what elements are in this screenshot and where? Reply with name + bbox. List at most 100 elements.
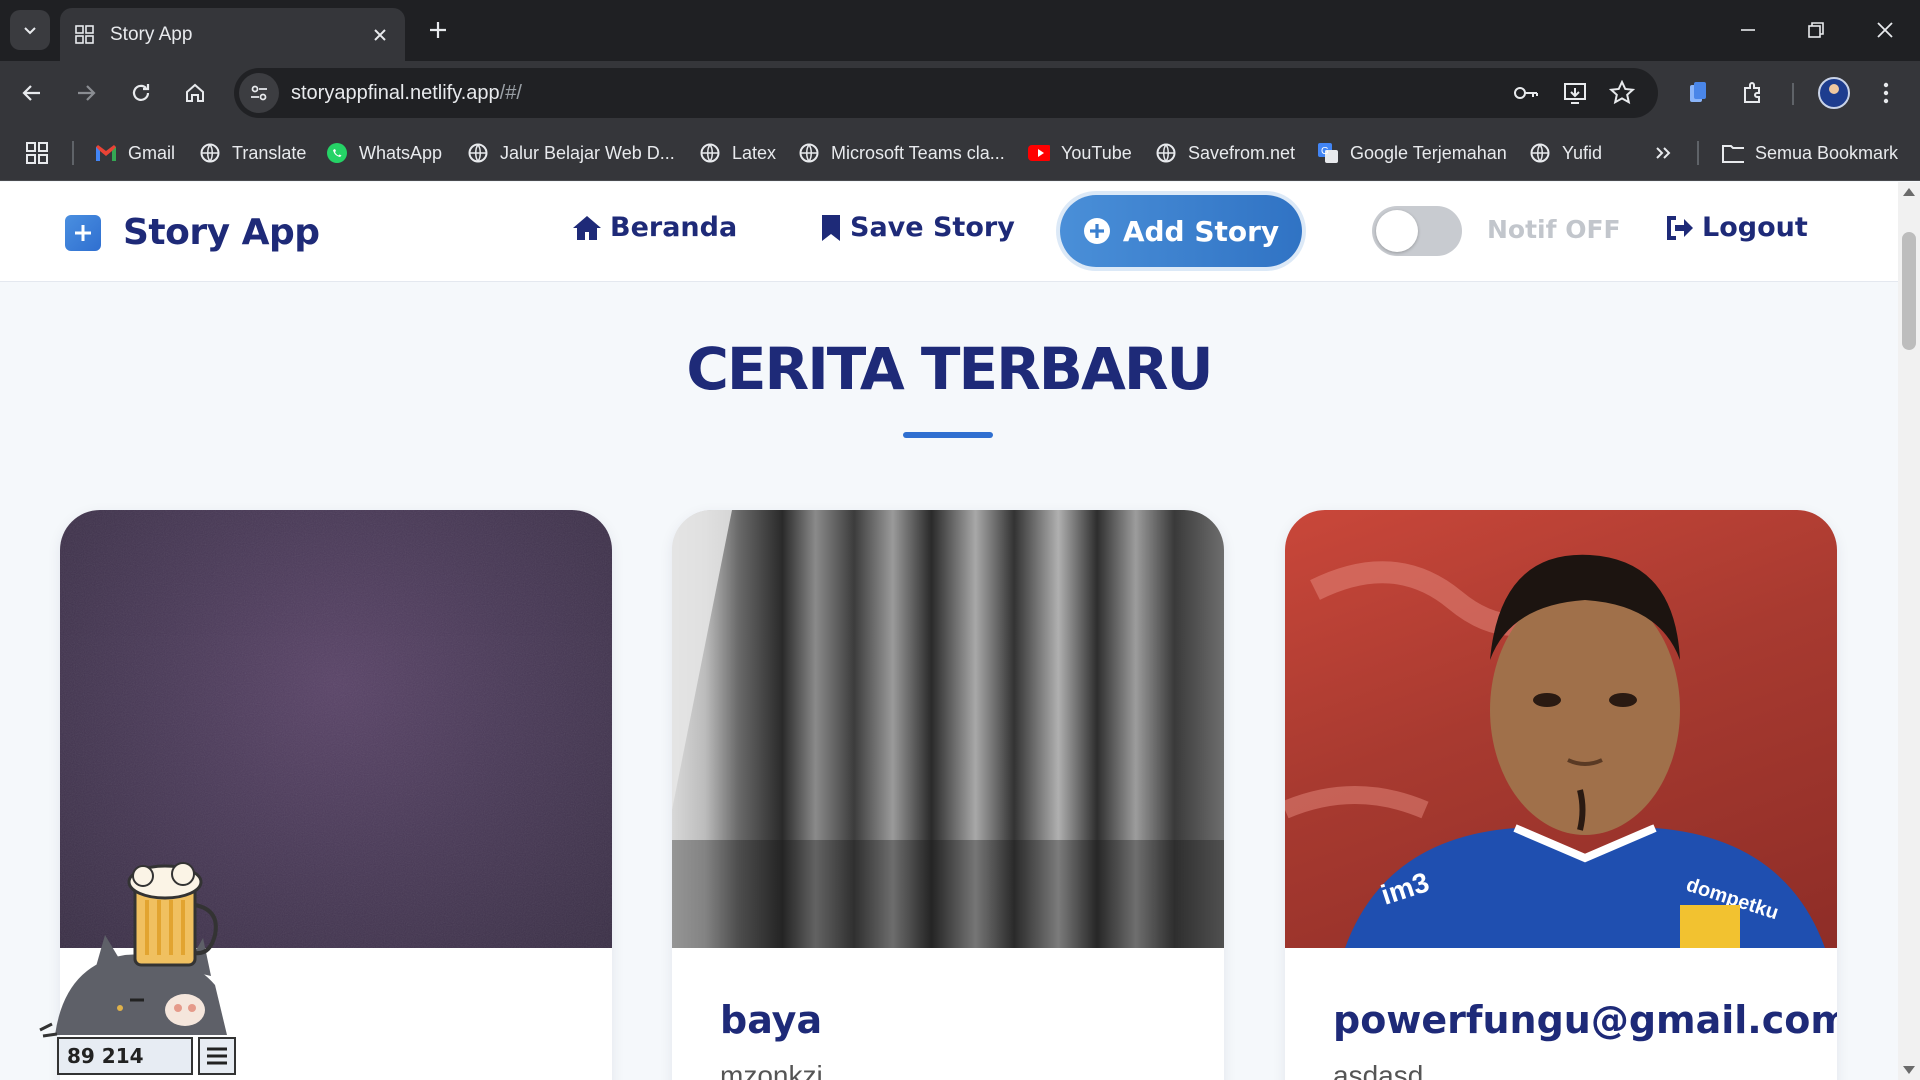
story-image: im3 dompetku [1285,510,1837,948]
nav-logout-label: Logout [1702,212,1808,243]
scroll-up-icon[interactable] [1903,188,1915,196]
portrait-illustration: im3 dompetku [1285,554,1825,948]
bookmark-label: Google Terjemahan [1350,142,1507,163]
bookmark-youtube[interactable]: YouTube [1028,137,1132,169]
all-bookmarks-button[interactable]: Semua Bookmark [1722,137,1898,169]
browser-tab[interactable]: Story App [60,8,405,61]
google-translate-icon: G [1317,142,1339,164]
scrollbar-thumb[interactable] [1902,232,1916,350]
tune-icon [251,85,267,101]
bookmark-label: Gmail [128,142,176,163]
bookmark-microsoft-teams[interactable]: Microsoft Teams cla... [798,137,1005,169]
plus-circle-icon [1083,217,1111,245]
bookmark-icon [820,214,842,242]
toggle-knob [1376,210,1418,252]
url-text: storyappfinal.netlify.app/#/ [291,82,522,105]
bookmark-star-icon[interactable] [1606,77,1638,109]
tab-close-icon[interactable] [369,24,391,46]
nav-beranda[interactable]: Beranda [572,212,737,243]
home-icon [186,83,204,102]
bookmark-label: Microsoft Teams cla... [831,142,1005,163]
bookmark-label: Jalur Belajar Web D... [500,142,675,163]
globe-icon [467,142,489,164]
globe-icon [699,142,721,164]
hamburger-menu-icon [207,1047,227,1065]
globe-icon [1529,142,1551,164]
bookmark-jalur-belajar[interactable]: Jalur Belajar Web D... [467,137,675,169]
bookmark-translate[interactable]: Translate [199,137,306,169]
tab-search-button[interactable] [10,10,50,50]
section-title: CERITA TERBARU [686,335,1213,403]
profile-avatar[interactable] [1816,75,1852,111]
back-button[interactable] [14,75,50,111]
folder-icon [1722,142,1744,164]
nav-beranda-label: Beranda [610,212,738,243]
page-viewport: Story App Beranda Save Story Add Story N… [0,182,1898,1080]
tab-grid-icon [75,24,94,44]
svg-text:G: G [1321,146,1329,157]
tab-title: Story App [110,23,193,45]
story-description: asdasd [1333,1060,1424,1080]
add-story-label: Add Story [1122,214,1280,248]
bookmark-gmail[interactable]: Gmail [95,137,175,169]
story-name: powerfungu@gmail.com [1333,998,1837,1042]
nav-save-story[interactable]: Save Story [820,212,1015,243]
browser-tab-bar: Story App [0,0,1920,61]
notif-status-label: Notif OFF [1487,215,1621,244]
password-key-icon[interactable] [1510,77,1542,109]
mascot-widget[interactable]: 89 214 [35,860,250,1080]
address-bar[interactable]: storyappfinal.netlify.app/#/ [234,68,1658,118]
minimize-button[interactable] [1728,10,1768,50]
whatsapp-icon [326,142,348,164]
home-button[interactable] [177,75,213,111]
bookmark-yufid[interactable]: Yufid [1529,137,1602,169]
scroll-down-icon[interactable] [1903,1066,1915,1074]
page-scrollbar[interactable] [1898,182,1920,1080]
install-app-icon[interactable] [1560,77,1592,109]
home-icon [572,215,602,241]
title-underline [903,432,993,438]
bookmark-google-terjemahan[interactable]: G Google Terjemahan [1317,137,1507,169]
chevron-down-icon [24,27,36,35]
mascot-counter: 89 214 [57,1037,193,1075]
bookmarks-overflow-button[interactable] [1652,137,1685,169]
extensions-puzzle-icon[interactable] [1735,75,1771,111]
nav-logout[interactable]: Logout [1666,212,1808,243]
bookmarks-bar: Gmail Translate WhatsApp Jalur Belajar W… [0,125,1920,181]
add-story-button[interactable]: Add Story [1060,195,1302,267]
close-window-button[interactable] [1865,10,1905,50]
curtain-overlay [672,510,1224,948]
logout-icon [1666,215,1694,241]
bookmark-label: Savefrom.net [1188,142,1296,163]
bookmark-savefrom[interactable]: Savefrom.net [1155,137,1295,169]
brand-name: Story App [123,212,320,253]
bookmark-latex[interactable]: Latex [699,137,776,169]
site-info-button[interactable] [239,73,279,113]
plus-icon [430,22,446,38]
bookmark-label: WhatsApp [359,142,443,163]
mascot-menu-button[interactable] [198,1037,236,1075]
story-card[interactable]: baya mzonkzi [672,510,1224,1080]
bookmark-label: Translate [232,142,307,163]
restore-button[interactable] [1796,10,1836,50]
bookmark-label: YouTube [1061,142,1132,163]
brand[interactable]: Story App [65,212,320,253]
arrow-right-icon [78,85,96,101]
story-card[interactable]: im3 dompetku powerfungu@gmail.com asdasd [1285,510,1837,1080]
story-description: mzonkzi [720,1060,823,1080]
new-tab-button[interactable] [422,14,454,46]
extension-files-icon[interactable] [1680,75,1716,111]
reload-button[interactable] [123,75,159,111]
nav-save-story-label: Save Story [850,212,1015,243]
browser-menu-button[interactable] [1868,75,1904,111]
app-header: Story App Beranda Save Story Add Story N… [0,182,1898,282]
kebab-menu-icon [1883,82,1889,104]
notification-toggle[interactable] [1372,206,1462,256]
all-bookmarks-label: Semua Bookmark [1755,142,1899,163]
story-name: baya [720,998,823,1042]
bookmarks-divider [72,141,74,165]
bookmark-whatsapp[interactable]: WhatsApp [326,137,442,169]
apps-button[interactable] [26,137,59,169]
toolbar-divider [1792,83,1794,105]
forward-button[interactable] [68,75,104,111]
